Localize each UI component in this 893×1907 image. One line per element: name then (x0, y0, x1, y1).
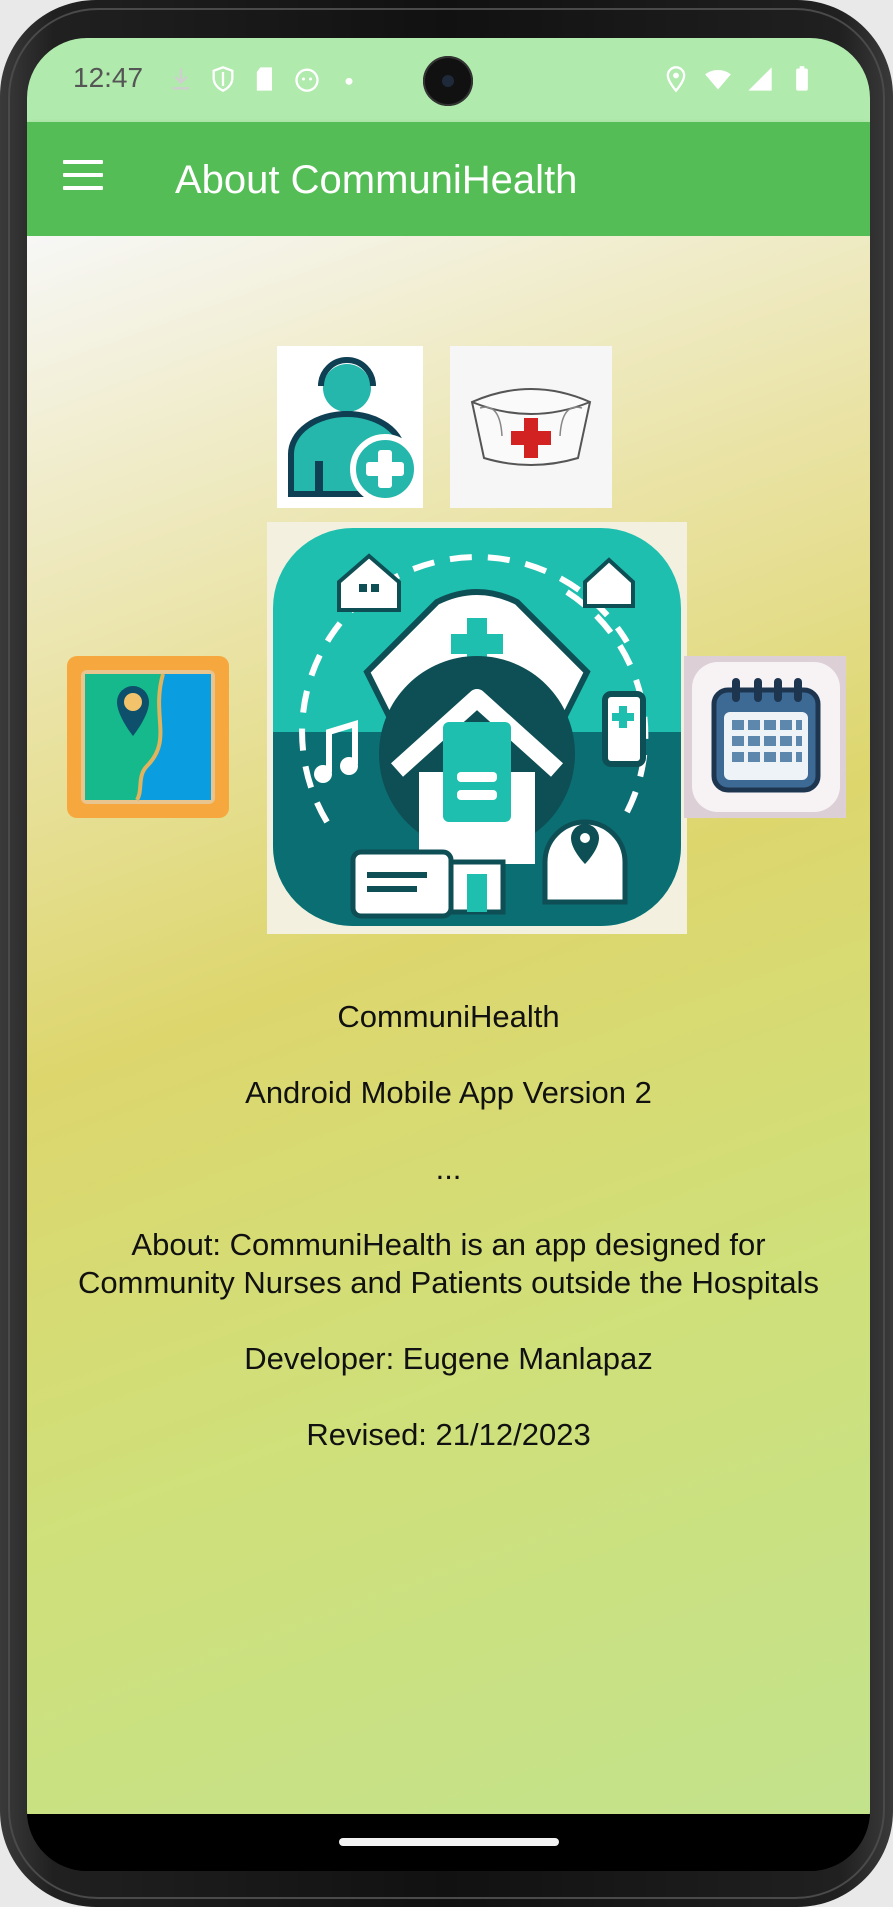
sd-card-icon (256, 67, 272, 91)
system-icons (662, 64, 816, 94)
download-icon (172, 68, 190, 90)
wifi-icon (705, 69, 731, 90)
app-name: CommuniHealth (337, 999, 560, 1034)
battery-icon (796, 66, 808, 91)
signal-icon (748, 67, 772, 91)
page-title: About CommuniHealth (175, 158, 578, 202)
shield-icon (212, 66, 234, 92)
nurse-with-plus-icon (277, 346, 423, 508)
front-camera (423, 56, 473, 106)
hamburger-menu-icon[interactable] (63, 160, 103, 190)
app-bar: About CommuniHealth (27, 122, 870, 236)
about-content: CommuniHealth Android Mobile App Version… (27, 236, 870, 1814)
home-gesture-handle[interactable] (339, 1838, 559, 1846)
location-icon (666, 66, 686, 93)
app-version: Android Mobile App Version 2 (245, 1075, 652, 1110)
dot-icon (345, 77, 353, 85)
about-text-block: CommuniHealth Android Mobile App Version… (27, 998, 870, 1492)
ellipsis-text: ... (435, 1151, 462, 1186)
app-description: About: CommuniHealth is an app designed … (78, 1227, 819, 1300)
screen: 12:47 About CommuniHealth CommuniHealth … (27, 38, 870, 1871)
face-icon (295, 68, 319, 92)
status-bar: 12:47 (27, 38, 870, 122)
revised-date: Revised: 21/12/2023 (306, 1417, 591, 1452)
status-time: 12:47 (73, 62, 144, 93)
map-location-icon (67, 656, 229, 818)
nurse-cap-icon (450, 346, 612, 508)
communihealth-logo (267, 522, 687, 934)
calendar-icon (684, 656, 846, 818)
notification-icons (167, 64, 363, 94)
developer-text: Developer: Eugene Manlapaz (244, 1341, 653, 1376)
